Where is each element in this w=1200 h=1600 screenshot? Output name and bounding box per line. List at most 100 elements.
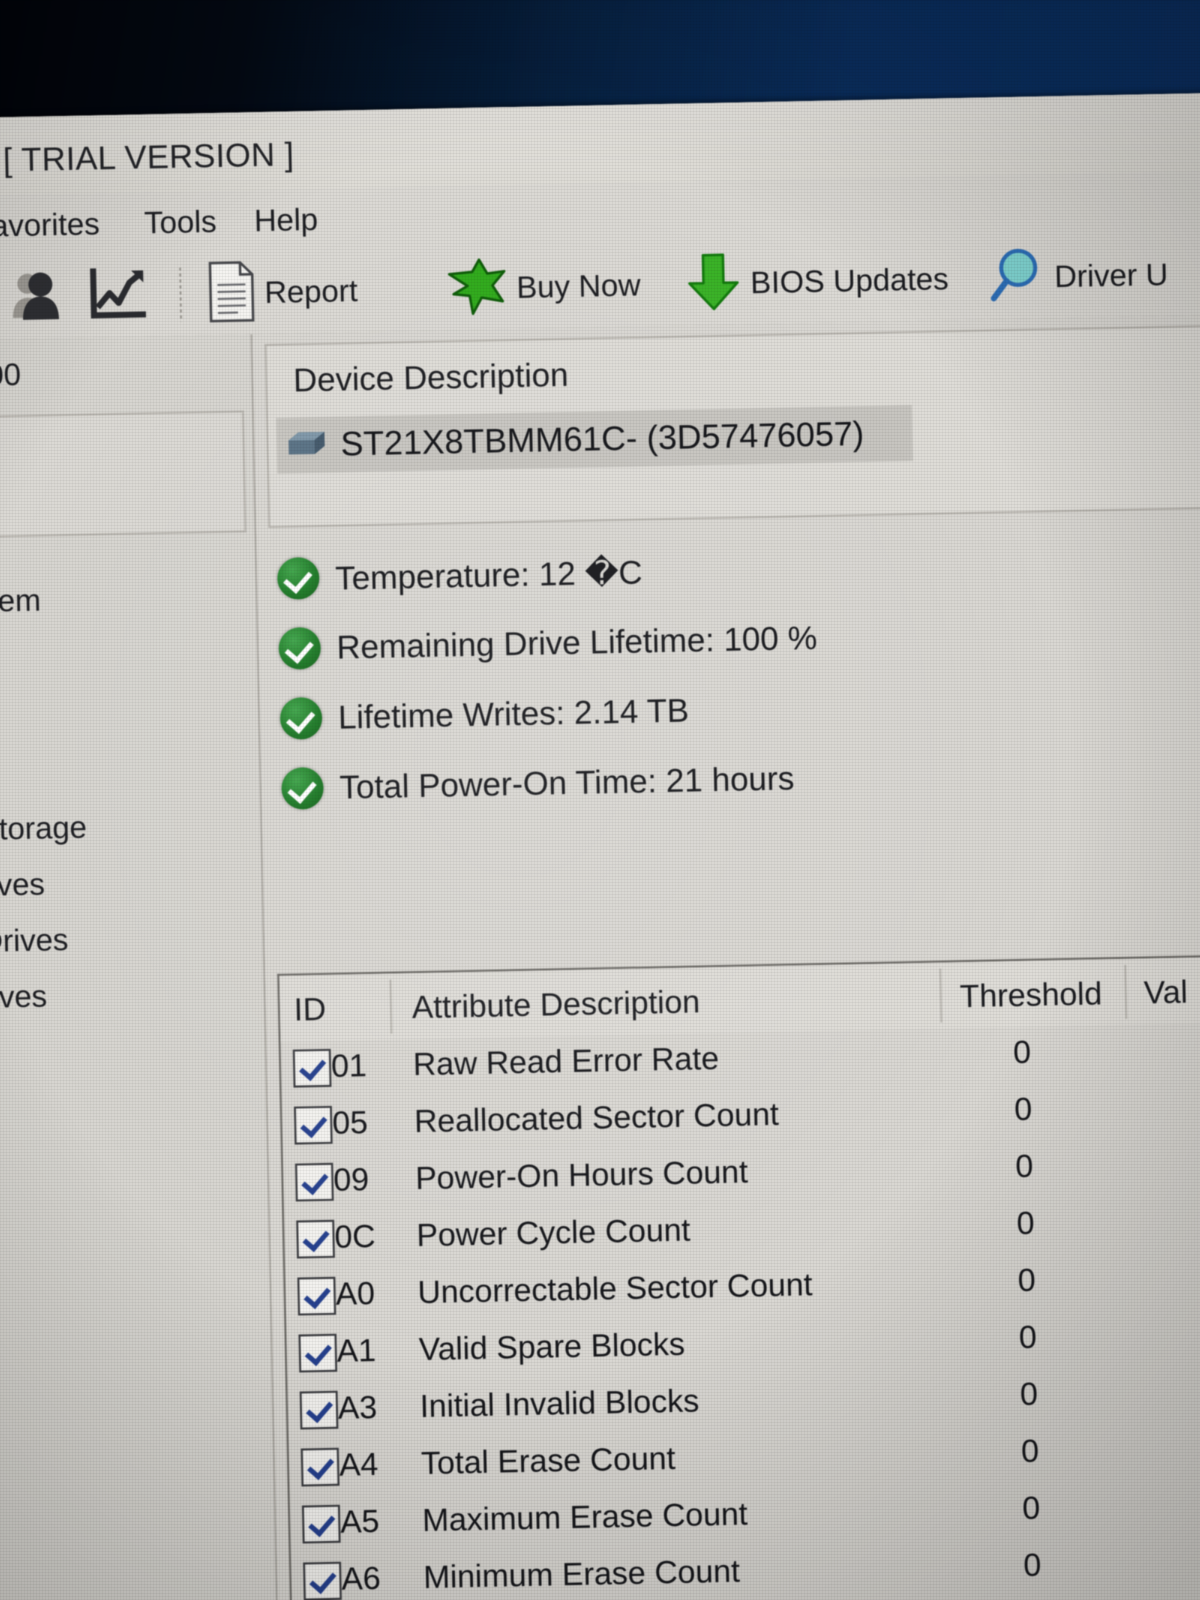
row-checkbox[interactable] (295, 1162, 334, 1202)
cell-value: 100 (1153, 1542, 1200, 1581)
cell-id: A1 (336, 1331, 377, 1369)
column-divider[interactable] (939, 968, 943, 1023)
cell-description: Valid Spare Blocks (418, 1325, 686, 1368)
summary-text-power-on-time: Total Power-On Time: 21 hours (339, 759, 795, 806)
column-header-threshold[interactable]: Threshold (959, 975, 1102, 1015)
device-row-selected[interactable]: ST21X8TBMM61C- (3D57476057) (276, 405, 914, 474)
row-checkbox[interactable] (300, 1447, 340, 1487)
cell-threshold: 0 (1019, 1375, 1039, 1413)
summary-text-temperature: Temperature: 12 �C (334, 552, 643, 597)
device-description-title: Device Description (292, 355, 569, 399)
cell-threshold: 0 (1017, 1261, 1036, 1299)
cell-value: 10 (1147, 1257, 1200, 1296)
toolbar-button-users[interactable] (7, 264, 68, 331)
column-header-id[interactable]: ID (294, 991, 327, 1029)
column-header-value[interactable]: Val (1143, 974, 1188, 1012)
menu-item-help[interactable]: Help (254, 202, 318, 239)
toolbar-label-buy-now: Buy Now (516, 267, 641, 305)
cell-value: 100 (1152, 1485, 1200, 1524)
menu-item-tools[interactable]: Tools (144, 204, 217, 241)
device-description-group: Device Description ST21X8TBMM61C- (3D574… (264, 324, 1200, 528)
cell-id: A5 (339, 1502, 380, 1540)
cell-threshold: 0 (1023, 1546, 1042, 1584)
sidebar-summary-box (0, 410, 247, 539)
cell-id: 09 (333, 1161, 370, 1198)
cell-id: A0 (335, 1274, 376, 1312)
cell-value: 10 (1145, 1143, 1200, 1182)
cell-description: Raw Read Error Rate (412, 1040, 720, 1083)
health-summary-list: Temperature: 12 �C Remaining Drive Lifet… (276, 525, 1200, 824)
toolbar-button-buy-now[interactable]: Buy Now (445, 252, 641, 322)
toolbar-label-driver-update: Driver U (1054, 256, 1169, 295)
cell-description: Uncorrectable Sector Count (417, 1266, 813, 1311)
summary-text-lifetime-writes: Lifetime Writes: 2.14 TB (337, 691, 690, 736)
cell-value: 100 (1151, 1428, 1200, 1467)
toolbar-button-report[interactable]: Report (207, 258, 358, 327)
application-window: e [ TRIAL VERSION ] Favorites Tools Help (0, 92, 1200, 1600)
cell-value: 10 (1143, 1029, 1200, 1068)
cell-threshold: 0 (1021, 1489, 1041, 1527)
summary-text-remaining-lifetime: Remaining Drive Lifetime: 100 % (336, 618, 818, 666)
column-divider[interactable] (1124, 964, 1128, 1019)
green-down-arrow-icon (685, 250, 742, 318)
line-chart-icon (87, 264, 150, 328)
sidebar-item-system[interactable]: stem (0, 583, 41, 620)
status-ok-icon (276, 556, 320, 600)
cell-description: Initial Invalid Blocks (419, 1382, 700, 1425)
smart-attributes-table[interactable]: ID Attribute Description Threshold Val 0… (277, 953, 1200, 1600)
cell-value: 10 (1144, 1086, 1200, 1125)
document-icon (207, 260, 256, 328)
row-checkbox[interactable] (297, 1276, 337, 1316)
cell-threshold: 0 (1012, 1033, 1032, 1071)
row-checkbox[interactable] (296, 1219, 335, 1259)
users-icon (7, 268, 68, 326)
window-title: e [ TRIAL VERSION ] (0, 135, 295, 179)
cell-value: 10 (1146, 1200, 1200, 1239)
sidebar-item-storage[interactable]: Storage (0, 810, 87, 848)
sidebar-item-drives-2[interactable]: Drives (0, 922, 69, 960)
green-star-icon (445, 257, 508, 321)
sidebar-item-drives-3[interactable]: rives (0, 979, 47, 1016)
cell-id: A4 (338, 1445, 379, 1483)
magnifier-icon (987, 245, 1046, 311)
column-divider[interactable] (389, 979, 393, 1034)
sidebar-item-score: 100 (0, 356, 22, 393)
toolbar-button-driver-update[interactable]: Driver U (987, 242, 1169, 312)
cell-threshold: 0 (1020, 1432, 1040, 1470)
cell-id: 0C (334, 1217, 376, 1255)
row-checkbox[interactable] (298, 1333, 338, 1373)
sidebar-item-drives-1[interactable]: rives (0, 867, 45, 904)
row-checkbox[interactable] (299, 1390, 339, 1430)
cell-threshold: 0 (1016, 1204, 1035, 1242)
toolbar-separator (179, 267, 183, 322)
menu-item-favorites[interactable]: Favorites (0, 206, 100, 245)
cell-threshold: 0 (1015, 1147, 1034, 1185)
status-ok-icon (281, 766, 324, 810)
cell-id: A3 (337, 1388, 378, 1426)
cell-value: 10 (1148, 1314, 1200, 1353)
row-checkbox[interactable] (301, 1504, 341, 1544)
cell-threshold: 0 (1018, 1318, 1038, 1356)
hard-drive-icon (284, 427, 329, 463)
cell-description: Power Cycle Count (416, 1211, 691, 1254)
cell-description: Total Erase Count (420, 1439, 676, 1482)
row-checkbox[interactable] (293, 1105, 333, 1145)
toolbar-button-bios-updates[interactable]: BIOS Updates (685, 246, 949, 317)
device-name: ST21X8TBMM61C- (3D57476057) (340, 414, 865, 464)
row-checkbox[interactable] (292, 1048, 332, 1088)
sidebar: 100 d stem Storage rives Drives rives (0, 334, 279, 1600)
column-header-description[interactable]: Attribute Description (412, 983, 701, 1026)
toolbar-button-chart[interactable] (87, 262, 150, 329)
cell-description: Maximum Erase Count (421, 1495, 748, 1539)
toolbar-label-bios-updates: BIOS Updates (750, 261, 949, 301)
cell-description: Minimum Erase Count (423, 1552, 741, 1596)
toolbar-label-report: Report (264, 273, 358, 310)
table-body: 01 Raw Read Error Rate 0 10 05 Reallocated Se… (281, 1022, 1200, 1600)
status-ok-icon (279, 696, 323, 740)
cell-value: 100 (1149, 1371, 1200, 1410)
cell-description: Reallocated Sector Count (413, 1095, 780, 1140)
cell-id: 01 (330, 1047, 368, 1084)
cell-id: A6 (341, 1559, 381, 1597)
content-pane: Device Description ST21X8TBMM61C- (3D574… (252, 314, 1200, 1600)
row-checkbox[interactable] (303, 1561, 342, 1600)
